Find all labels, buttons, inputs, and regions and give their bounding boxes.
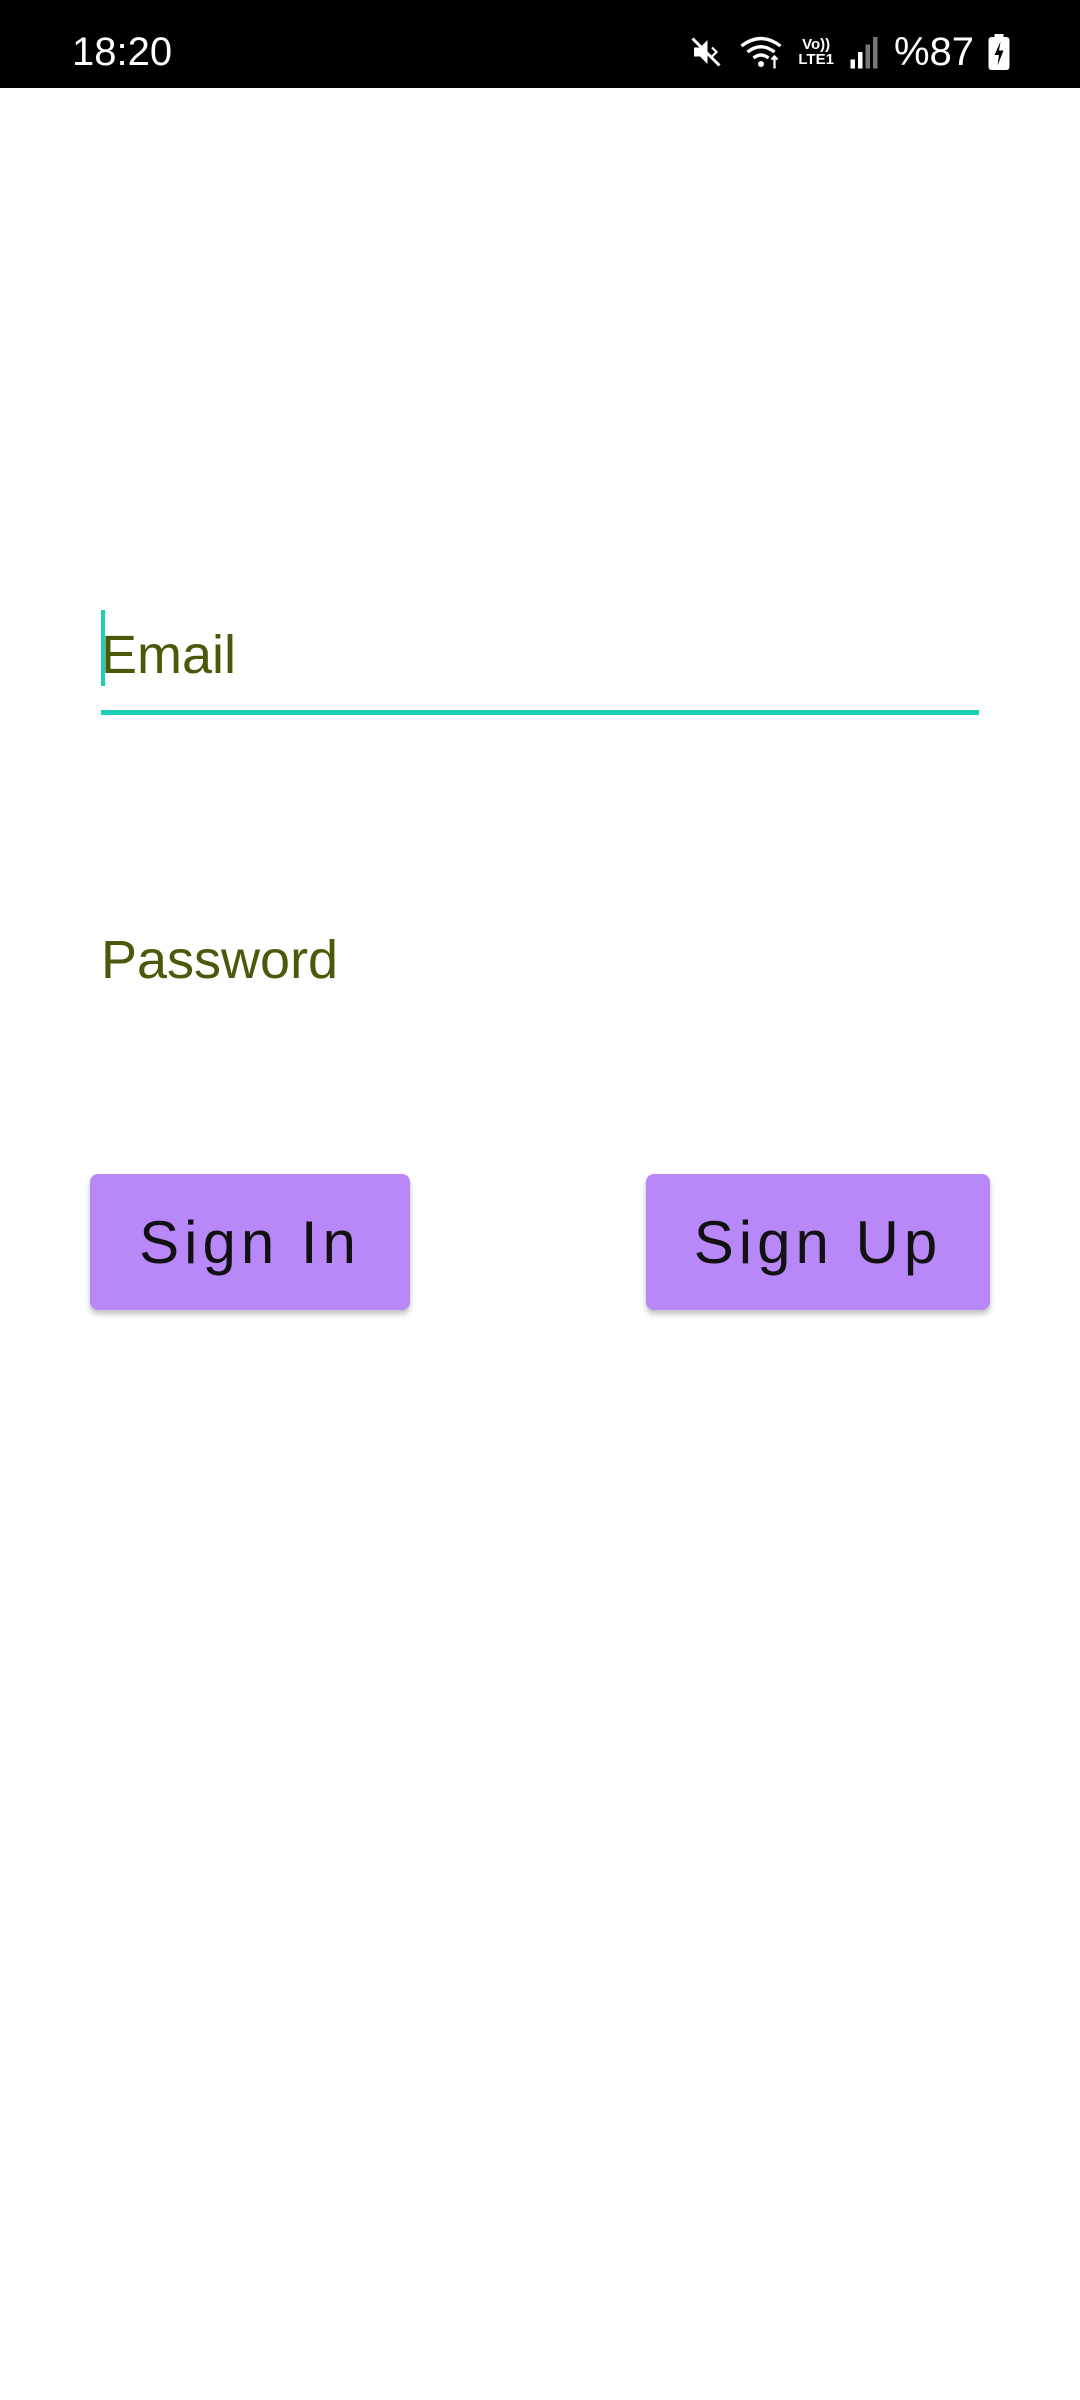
sign-up-label: Sign Up xyxy=(693,1208,943,1276)
email-field xyxy=(101,600,979,716)
battery-percent: %87 xyxy=(893,30,974,74)
email-underline xyxy=(101,710,979,715)
login-screen: 18:20 Vo)) LTE1 %87 Email Sign In Sign U… xyxy=(0,0,1080,2400)
sign-in-button[interactable]: Sign In xyxy=(90,1174,410,1310)
email-input[interactable] xyxy=(101,600,979,710)
signal-icon xyxy=(848,34,880,70)
wifi-icon xyxy=(738,34,784,70)
lte-label: LTE1 xyxy=(798,51,834,68)
text-cursor xyxy=(101,610,105,686)
password-field xyxy=(101,908,979,1012)
status-time: 18:20 xyxy=(72,30,173,74)
volte-label: Vo)) xyxy=(802,36,831,53)
volte-lte-icon: Vo)) LTE1 xyxy=(798,37,834,67)
sign-in-label: Sign In xyxy=(139,1208,361,1276)
status-bar: 18:20 Vo)) LTE1 %87 xyxy=(0,0,1080,88)
battery-charging-icon xyxy=(988,34,1010,70)
sign-up-button[interactable]: Sign Up xyxy=(646,1174,990,1310)
status-icons: Vo)) LTE1 %87 xyxy=(688,28,1010,76)
mute-icon xyxy=(688,34,724,70)
password-input[interactable] xyxy=(101,908,979,1012)
